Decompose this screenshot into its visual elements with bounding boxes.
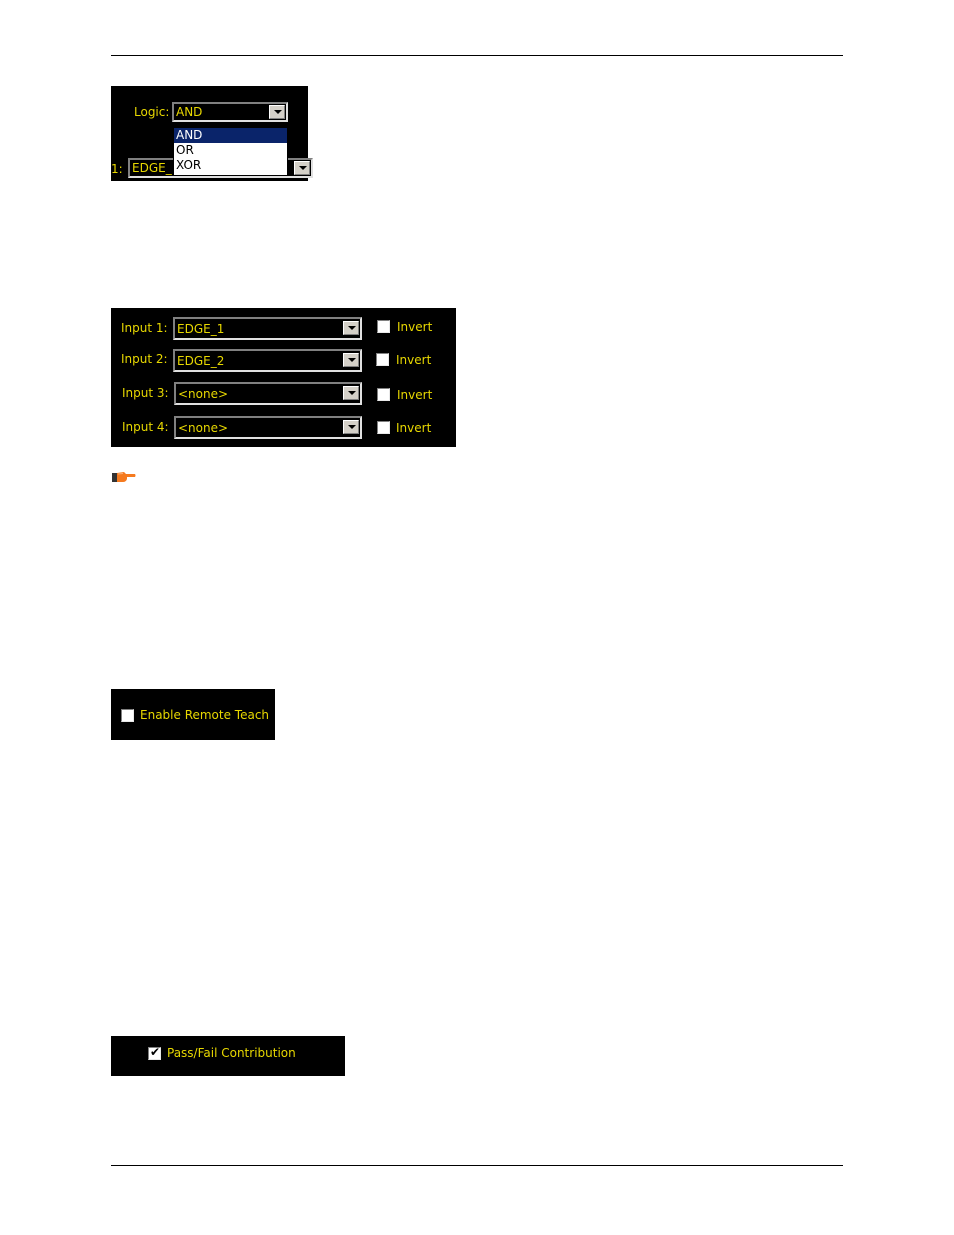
input-4-invert-label: Invert	[396, 421, 432, 435]
input-3-select[interactable]: <none>	[174, 382, 362, 405]
pass-fail-label: Pass/Fail Contribution	[167, 1046, 296, 1060]
input-4-select[interactable]: <none>	[174, 416, 362, 439]
input-2-invert-checkbox[interactable]	[376, 353, 389, 366]
input-3-invert-label: Invert	[397, 388, 433, 402]
enable-remote-teach-label: Enable Remote Teach	[140, 708, 270, 722]
input-3-invert-checkbox[interactable]	[377, 388, 390, 401]
chevron-down-icon[interactable]	[343, 386, 359, 400]
remote-teach-panel: Enable Remote Teach	[111, 689, 275, 740]
logic-select[interactable]: AND	[172, 102, 288, 122]
enable-remote-teach-checkbox[interactable]	[121, 709, 134, 722]
input-2-label: Input 2:	[121, 352, 168, 366]
input-1-label-partial: 1:	[111, 162, 123, 176]
input-2-select[interactable]: EDGE_2	[173, 349, 362, 372]
checkmark-icon: ✔	[150, 1045, 161, 1059]
header-rule	[111, 55, 843, 56]
chevron-down-icon[interactable]	[269, 105, 285, 119]
chevron-down-icon[interactable]	[343, 321, 359, 335]
chevron-down-icon[interactable]	[343, 353, 359, 367]
logic-option-xor[interactable]: XOR	[174, 158, 287, 173]
logic-dropdown-list[interactable]: AND OR XOR	[173, 127, 288, 176]
pass-fail-panel: ✔ Pass/Fail Contribution	[111, 1036, 345, 1076]
input-1-label: Input 1:	[121, 321, 168, 335]
input-4-label: Input 4:	[122, 420, 169, 434]
input-2-value: EDGE_2	[177, 354, 225, 368]
input-1-select[interactable]: EDGE_1	[173, 317, 362, 340]
chevron-down-icon[interactable]	[343, 420, 359, 434]
logic-label: Logic:	[134, 105, 170, 119]
input-1-value: EDGE_1	[177, 322, 225, 336]
input-4-invert-checkbox[interactable]	[377, 421, 390, 434]
input-1-invert-label: Invert	[397, 320, 433, 334]
footer-rule	[111, 1165, 843, 1166]
chevron-down-icon[interactable]	[294, 161, 310, 175]
input-3-value: <none>	[178, 387, 229, 401]
input-4-value: <none>	[178, 421, 229, 435]
input-2-invert-label: Invert	[396, 353, 432, 367]
inputs-panel: Input 1: EDGE_1 Invert Input 2: EDGE_2 I…	[111, 308, 456, 447]
input-3-label: Input 3:	[122, 386, 169, 400]
logic-option-and[interactable]: AND	[174, 128, 287, 143]
logic-select-value: AND	[176, 105, 203, 119]
logic-option-or[interactable]: OR	[174, 143, 287, 158]
input-1-select-value: EDGE_	[132, 161, 172, 175]
input-1-invert-checkbox[interactable]	[377, 320, 390, 333]
pass-fail-checkbox[interactable]: ✔	[148, 1045, 161, 1060]
pointing-hand-icon	[112, 472, 136, 482]
